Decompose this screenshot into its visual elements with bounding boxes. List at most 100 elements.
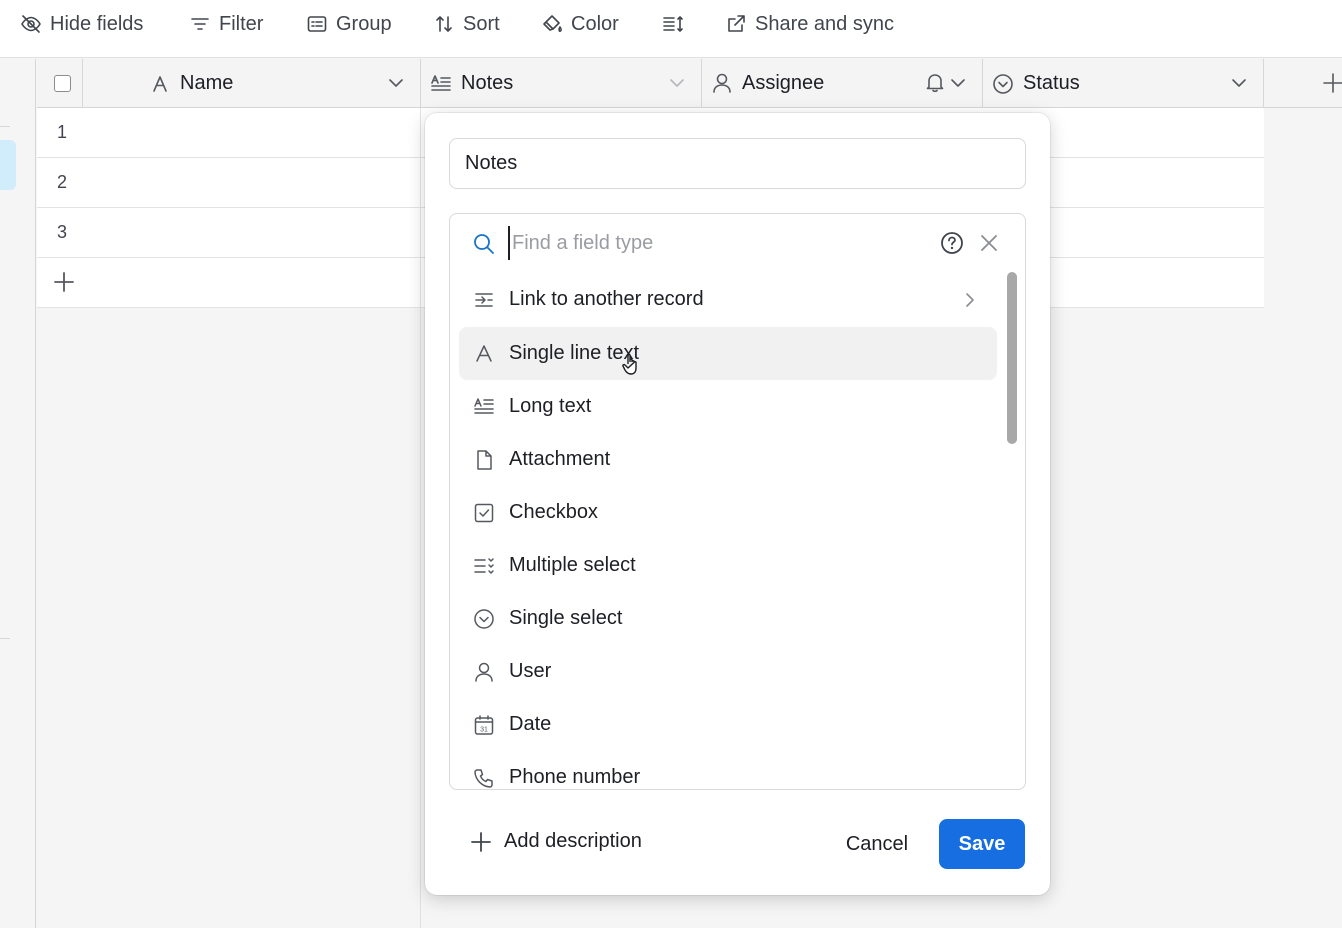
field-type-label: Single select <box>509 607 623 629</box>
field-type-link-record[interactable]: Link to another record <box>459 273 997 326</box>
field-type-label: Checkbox <box>509 501 598 523</box>
share-sync-label: Share and sync <box>755 12 894 35</box>
add-description-label: Add description <box>504 830 642 852</box>
chevron-down-icon[interactable] <box>386 73 406 93</box>
chevron-down-icon[interactable] <box>667 73 687 93</box>
cell-divider <box>420 158 421 208</box>
hide-fields-button[interactable]: Hide fields <box>20 10 143 38</box>
filter-button[interactable]: Filter <box>189 10 263 38</box>
row-number: 3 <box>57 222 68 242</box>
field-type-attachment[interactable]: Attachment <box>459 433 997 486</box>
single-line-text-icon <box>476 345 492 362</box>
add-description-button[interactable]: Add description <box>470 830 642 853</box>
field-name-input[interactable] <box>449 138 1026 189</box>
field-type-label: Long text <box>509 395 592 417</box>
single-select-icon <box>474 609 494 629</box>
row-height-button[interactable] <box>662 10 684 38</box>
field-type-label: User <box>509 660 552 682</box>
column-assignee-label: Assignee <box>742 72 825 94</box>
field-type-single-line-text[interactable]: Single line text <box>459 327 997 380</box>
chevron-right-icon <box>966 293 974 307</box>
cell-divider <box>420 258 421 308</box>
bell-icon[interactable] <box>924 71 946 93</box>
share-external-icon <box>728 15 745 32</box>
field-type-search-input[interactable] <box>508 226 928 260</box>
phone-icon <box>474 769 493 788</box>
row-number: 2 <box>57 172 68 192</box>
cell-divider <box>420 208 421 258</box>
field-type-long-text[interactable]: Long text <box>459 380 997 433</box>
field-type-list: Link to another record Single line text … <box>459 272 997 789</box>
cancel-button[interactable]: Cancel <box>829 819 925 869</box>
field-type-phone-number[interactable]: Phone number <box>459 751 997 789</box>
field-type-multiple-select[interactable]: Multiple select <box>459 539 997 592</box>
close-icon[interactable] <box>978 232 1000 254</box>
sort-icon <box>436 16 452 32</box>
plus-icon[interactable] <box>53 271 75 293</box>
date-icon: 31 <box>474 715 494 735</box>
add-field-header[interactable] <box>1264 59 1342 108</box>
hand-pointer-cursor-icon <box>622 353 637 375</box>
share-sync-button[interactable]: Share and sync <box>725 10 894 38</box>
link-record-icon <box>475 293 493 307</box>
field-type-label: Single line text <box>509 342 640 364</box>
attachment-icon <box>477 450 492 470</box>
field-type-user[interactable]: User <box>459 645 997 698</box>
field-type-label: Date <box>509 713 552 735</box>
color-label: Color <box>571 12 619 35</box>
help-icon[interactable] <box>940 231 964 255</box>
group-label: Group <box>336 12 392 35</box>
field-type-picker: Link to another record Single line text … <box>449 213 1026 790</box>
field-type-date[interactable]: 31 Date <box>459 698 997 751</box>
column-divider <box>420 307 421 928</box>
eye-slash-icon <box>21 15 41 33</box>
single-select-icon <box>993 74 1013 94</box>
sidebar-divider <box>0 638 10 639</box>
column-notes-label: Notes <box>461 72 514 94</box>
column-header-assignee[interactable]: Assignee <box>702 59 983 108</box>
field-type-single-select[interactable]: Single select <box>459 592 997 645</box>
plus-icon[interactable] <box>1322 72 1342 94</box>
chevron-down-icon[interactable] <box>1229 73 1249 93</box>
checkbox-icon <box>474 503 494 523</box>
column-name-label: Name <box>180 72 234 94</box>
filter-icon <box>191 18 209 30</box>
field-type-label: Phone number <box>509 766 641 788</box>
field-type-label: Multiple select <box>509 554 636 576</box>
field-type-label: Attachment <box>509 448 611 470</box>
chevron-down-icon[interactable] <box>948 73 968 93</box>
long-text-icon <box>474 398 494 414</box>
select-all-checkbox[interactable] <box>54 75 71 92</box>
view-toolbar: Hide fields Filter Group Sort Color Shar… <box>0 0 1342 58</box>
sidebar-selected-item[interactable] <box>0 140 16 190</box>
color-button[interactable]: Color <box>541 10 619 38</box>
sort-button[interactable]: Sort <box>433 10 500 38</box>
field-type-label: Link to another record <box>509 288 704 310</box>
plus-icon <box>471 831 491 852</box>
cell-divider <box>420 108 421 158</box>
save-button[interactable]: Save <box>939 819 1025 869</box>
field-config-dialog: Link to another record Single line text … <box>425 113 1050 895</box>
column-header-name[interactable]: Name <box>83 59 421 108</box>
hide-fields-label: Hide fields <box>50 12 144 35</box>
long-text-icon <box>431 75 451 91</box>
filter-label: Filter <box>219 12 264 35</box>
field-type-search <box>450 214 1025 271</box>
column-status-label: Status <box>1023 72 1080 94</box>
user-icon <box>713 73 731 93</box>
date-icon-day: 31 <box>480 727 488 734</box>
field-type-checkbox[interactable]: Checkbox <box>459 486 997 539</box>
group-button[interactable]: Group <box>306 10 392 38</box>
select-all-cell <box>37 59 83 108</box>
column-header-status[interactable]: Status <box>983 59 1264 108</box>
grid-header: Name Notes Assignee Status <box>37 59 1342 108</box>
group-icon <box>307 16 327 32</box>
sort-label: Sort <box>463 12 500 35</box>
row-height-icon <box>663 16 683 32</box>
sidebar-divider <box>0 126 10 127</box>
search-icon <box>474 234 494 254</box>
user-icon <box>475 662 493 682</box>
paint-bucket-icon <box>543 15 562 32</box>
field-type-scrollbar[interactable] <box>1007 272 1017 444</box>
column-header-notes[interactable]: Notes <box>421 59 702 108</box>
